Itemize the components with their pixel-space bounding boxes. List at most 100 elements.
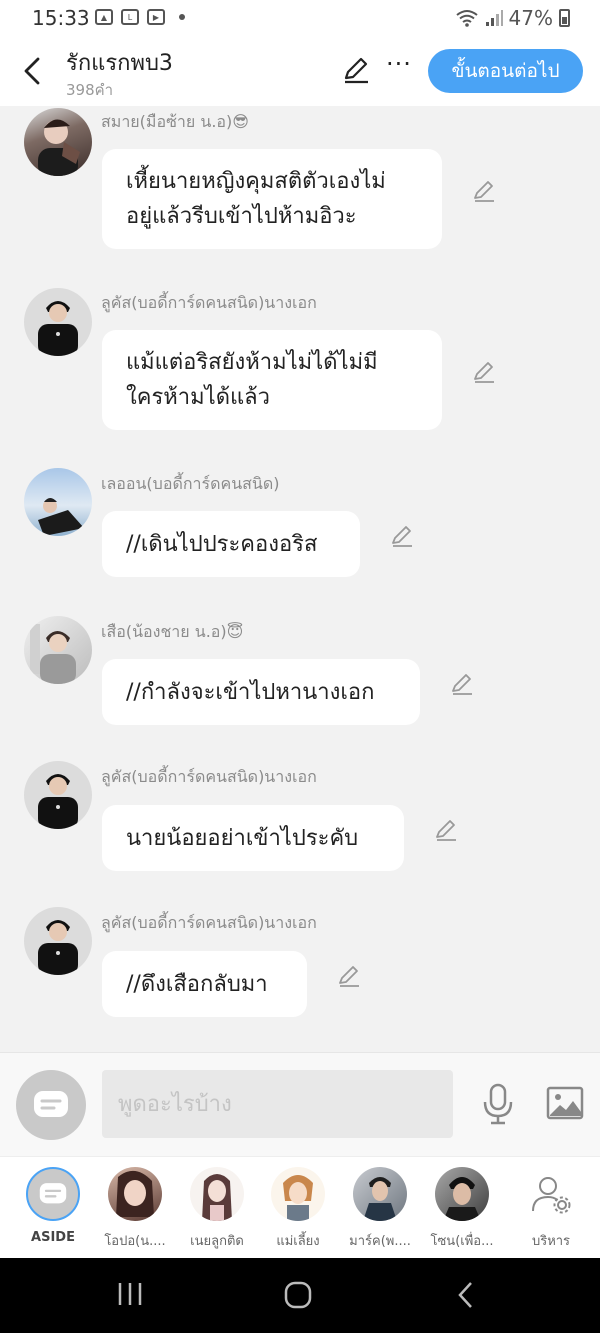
- avatar-photo: [38, 301, 78, 356]
- character-name: สมาย(มือซ้าย น.อ)😎: [101, 112, 249, 131]
- avatar-photo: [283, 1175, 313, 1221]
- user-settings-icon: [532, 1177, 571, 1214]
- avatar[interactable]: [24, 761, 92, 829]
- edit-title-button[interactable]: [342, 56, 370, 90]
- more-button[interactable]: ···: [386, 50, 412, 78]
- edit-message-button[interactable]: [434, 818, 458, 842]
- avatar[interactable]: [24, 468, 92, 536]
- avatar: [353, 1167, 407, 1221]
- edit-message-button[interactable]: [472, 360, 496, 384]
- character-option[interactable]: โอปอ(น....: [95, 1167, 175, 1251]
- pencil-icon: [474, 181, 494, 202]
- message-input[interactable]: [102, 1070, 453, 1138]
- character-name: เลออน(บอดี้การ์ดคนสนิด): [101, 474, 280, 493]
- pencil-icon: [392, 526, 412, 547]
- system-back-button[interactable]: [456, 1280, 476, 1314]
- character-label: โซน(เพื่อ...: [430, 1234, 494, 1249]
- image-icon: [546, 1086, 584, 1120]
- pencil-icon: [339, 966, 359, 987]
- voice-input-button[interactable]: [480, 1083, 516, 1129]
- recent-apps-button[interactable]: [116, 1280, 144, 1312]
- aside-toggle-button[interactable]: [16, 1070, 86, 1140]
- battery-icon: [559, 9, 570, 27]
- message-line: ใครห้ามได้แล้ว: [126, 385, 270, 410]
- character-label: มาร์ค(พ....: [349, 1234, 411, 1249]
- avatar[interactable]: [24, 907, 92, 975]
- message-bubble[interactable]: //เดินไปประคองอริส: [102, 511, 360, 577]
- character-name: ลูคัส(บอดี้การ์ดคนสนิด)นางเอก: [101, 767, 317, 786]
- character-label: บริหาร: [531, 1234, 571, 1249]
- wifi-icon: [455, 10, 478, 27]
- back-button[interactable]: [22, 56, 42, 92]
- character-option[interactable]: มาร์ค(พ....: [340, 1167, 420, 1251]
- message-line: อยู่แล้วรีบเข้าไปห้ามอิวะ: [126, 204, 357, 229]
- image-upload-button[interactable]: [546, 1086, 584, 1124]
- message-line: แม้แต่อริสยังห้ามไม่ได้ไม่มี: [126, 350, 378, 375]
- character-label: เนยลูกติด: [190, 1234, 244, 1249]
- edit-message-button[interactable]: [472, 179, 496, 203]
- chevron-left-icon: [24, 57, 40, 85]
- status-right: 47%: [455, 6, 570, 30]
- home-icon: [284, 1281, 312, 1309]
- character-name: ลูคัส(บอดี้การ์ดคนสนิด)นางเอก: [101, 913, 317, 932]
- manage-characters-button[interactable]: บริหาร: [511, 1167, 591, 1251]
- avatar-photo: [202, 1174, 232, 1221]
- character-option[interactable]: เนยลูกติด: [177, 1167, 257, 1251]
- character-option[interactable]: โซน(เพื่อ...: [422, 1167, 502, 1251]
- aside-avatar: [26, 1167, 80, 1221]
- notification-icons: ▲ L ▶: [95, 9, 185, 25]
- recent-apps-icon: [118, 1283, 142, 1305]
- system-navigation-bar: [0, 1258, 600, 1333]
- home-button[interactable]: [283, 1280, 313, 1314]
- character-aside[interactable]: ASIDE: [13, 1167, 93, 1245]
- status-time: 15:33: [32, 6, 90, 30]
- edit-message-button[interactable]: [337, 964, 361, 988]
- edit-message-button[interactable]: [450, 672, 474, 696]
- message-bubble[interactable]: เหี้ยนายหญิงคุมสติตัวเองไม่ อยู่แล้วรีบเ…: [102, 149, 442, 249]
- next-step-button[interactable]: ขั้นตอนต่อไป: [428, 49, 583, 93]
- signal-icon: [485, 10, 503, 26]
- character-label: ASIDE: [31, 1230, 75, 1245]
- avatar: [108, 1167, 162, 1221]
- microphone-icon: [483, 1083, 513, 1125]
- chat-bubble-icon: [34, 1091, 68, 1117]
- avatar-photo: [30, 624, 76, 684]
- avatar-photo: [38, 498, 84, 536]
- avatar-photo: [363, 1177, 397, 1221]
- manage-avatar: [524, 1167, 578, 1221]
- message-line: เหี้ยนายหญิงคุมสติตัวเองไม่: [126, 169, 386, 194]
- gallery-notification-icon: ▲: [95, 9, 113, 25]
- avatar-photo: [38, 920, 78, 975]
- avatar: [271, 1167, 325, 1221]
- avatar[interactable]: [24, 288, 92, 356]
- message-bubble[interactable]: นายน้อยอย่าเข้าไประคับ: [102, 805, 404, 871]
- battery-level: 47%: [508, 6, 553, 30]
- avatar[interactable]: [24, 108, 92, 176]
- edit-message-button[interactable]: [390, 524, 414, 548]
- avatar-photo: [38, 774, 78, 829]
- avatar-photo: [116, 1170, 154, 1217]
- character-label: โอปอ(น....: [104, 1234, 166, 1249]
- avatar: [190, 1167, 244, 1221]
- character-selector: ASIDE โอปอ(น.... เนยลูกติด แม่เลี้ยง มาร…: [0, 1156, 600, 1259]
- character-name: ลูคัส(บอดี้การ์ดคนสนิด)นางเอก: [101, 293, 317, 312]
- avatar: [435, 1167, 489, 1221]
- message-line: //กำลังจะเข้าไปหานางเอก: [126, 679, 375, 705]
- message-bubble[interactable]: //ดึงเสือกลับมา: [102, 951, 307, 1017]
- message-bubble[interactable]: //กำลังจะเข้าไปหานางเอก: [102, 659, 420, 725]
- more-notifications-icon: [179, 14, 185, 20]
- message-line: นายน้อยอย่าเข้าไประคับ: [126, 825, 359, 851]
- character-option[interactable]: แม่เลี้ยง: [258, 1167, 338, 1251]
- pencil-icon: [474, 362, 494, 383]
- avatar-photo: [38, 119, 80, 176]
- message-line: //ดึงเสือกลับมา: [126, 971, 268, 997]
- message-bubble[interactable]: แม้แต่อริสยังห้ามไม่ได้ไม่มี ใครห้ามได้แ…: [102, 330, 442, 430]
- chat-bubble-icon: [39, 1183, 67, 1204]
- chat-area[interactable]: สมาย(มือซ้าย น.อ)😎 เหี้ยนายหญิงคุมสติตัว…: [0, 106, 600, 1052]
- back-arrow-icon: [458, 1282, 472, 1308]
- pencil-icon: [344, 57, 368, 84]
- avatar-photo: [443, 1177, 481, 1221]
- avatar[interactable]: [24, 616, 92, 684]
- word-count: 398คำ: [66, 81, 114, 99]
- pencil-icon: [452, 674, 472, 695]
